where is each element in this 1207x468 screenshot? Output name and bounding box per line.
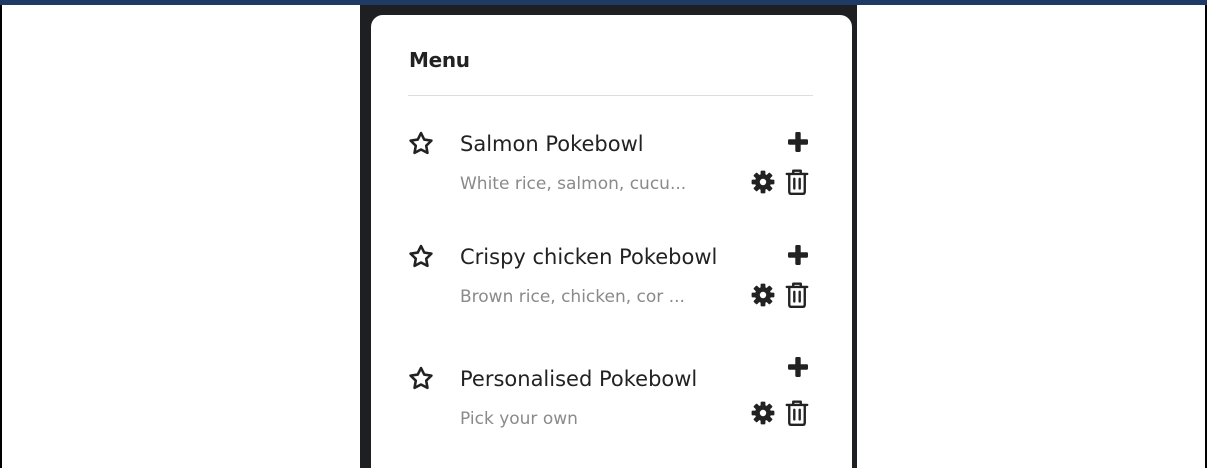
add-to-order-plus-icon[interactable] (786, 130, 810, 154)
trash-icon[interactable] (784, 399, 810, 427)
menu-item-crispy-chicken-pokebowl: Crispy chicken Pokebowl Brown rice, chic… (371, 243, 852, 335)
item-description: Brown rice, chicken, cor ... (460, 287, 685, 307)
item-description: Pick your own (460, 409, 578, 429)
gear-icon[interactable] (751, 283, 775, 307)
menu-item-salmon-pokebowl: Salmon Pokebowl White rice, salmon, cucu… (371, 130, 852, 222)
item-description: White rice, salmon, cucu... (460, 174, 687, 194)
star-icon[interactable] (407, 365, 435, 393)
gear-icon[interactable] (751, 170, 775, 194)
item-name: Crispy chicken Pokebowl (460, 245, 718, 269)
add-to-order-plus-icon[interactable] (786, 243, 810, 267)
add-to-order-plus-icon[interactable] (786, 355, 810, 379)
item-name: Salmon Pokebowl (460, 132, 644, 156)
menu-list: Salmon Pokebowl White rice, salmon, cucu… (371, 15, 852, 468)
gear-icon[interactable] (751, 401, 775, 425)
menu-item-personalised-pokebowl: Personalised Pokebowl Pick your own (371, 357, 852, 457)
menu-card: Menu Salmon Pokebowl White rice, salmon,… (371, 15, 852, 468)
trash-icon[interactable] (784, 281, 810, 309)
item-name: Personalised Pokebowl (460, 367, 698, 391)
star-icon[interactable] (407, 130, 435, 158)
star-icon[interactable] (407, 243, 435, 271)
trash-icon[interactable] (784, 168, 810, 196)
